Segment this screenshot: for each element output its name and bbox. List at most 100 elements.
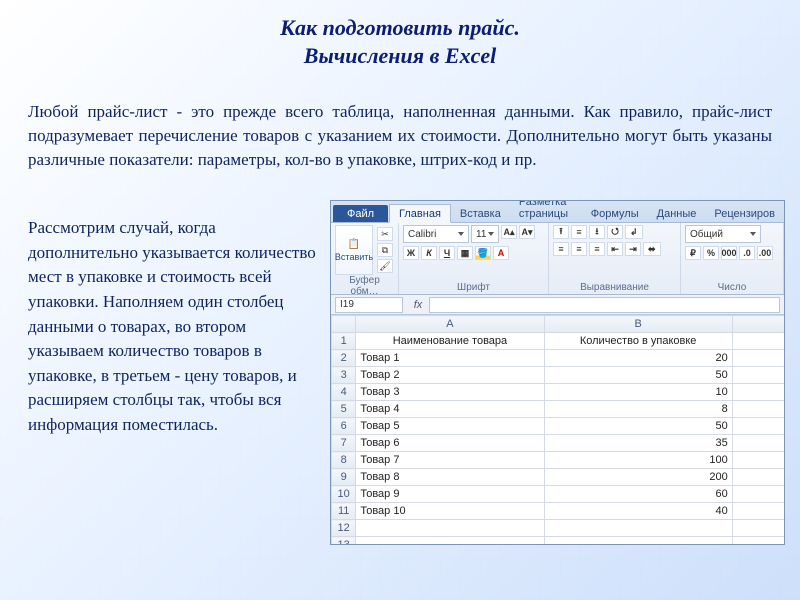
wrap-text-button[interactable]: ↲ xyxy=(625,225,643,239)
worksheet-grid[interactable]: A B C 1 Наименование товара Количество в… xyxy=(331,315,785,545)
cell[interactable]: 10 xyxy=(732,401,785,418)
scissors-icon: ✂ xyxy=(381,229,389,240)
row-header[interactable]: 2 xyxy=(332,350,356,367)
align-left-button[interactable]: ≡ xyxy=(553,242,569,256)
cell[interactable]: 60 xyxy=(544,486,732,503)
cell[interactable]: 549 xyxy=(732,418,785,435)
align-middle-button[interactable]: ≡ xyxy=(571,225,587,239)
cell[interactable]: Товар 3 xyxy=(356,384,544,401)
cell[interactable]: 20 xyxy=(544,350,732,367)
copy-icon: ⧉ xyxy=(382,245,388,256)
col-header-a[interactable]: A xyxy=(356,316,544,333)
cell[interactable]: 10 xyxy=(732,486,785,503)
cell[interactable]: Товар 4 xyxy=(356,401,544,418)
tab-insert[interactable]: Вставка xyxy=(451,205,510,222)
cell[interactable]: 100 xyxy=(732,350,785,367)
row-header[interactable]: 10 xyxy=(332,486,356,503)
cell[interactable]: 100 xyxy=(544,452,732,469)
cell[interactable]: 75 xyxy=(732,452,785,469)
tab-page-layout[interactable]: Разметка страницы xyxy=(510,200,582,222)
cut-button[interactable]: ✂ xyxy=(377,227,393,241)
row-header[interactable]: 5 xyxy=(332,401,356,418)
cell[interactable]: 50 xyxy=(732,503,785,520)
underline-button[interactable]: Ч xyxy=(439,246,455,260)
cell[interactable]: Товар 1 xyxy=(356,350,544,367)
tab-file[interactable]: Файл xyxy=(333,205,388,222)
cell[interactable]: Товар 6 xyxy=(356,435,544,452)
paste-button[interactable]: 📋 Вставить xyxy=(335,225,373,275)
cell[interactable]: Наименование товара xyxy=(356,333,544,350)
row-header[interactable]: 7 xyxy=(332,435,356,452)
shrink-font-button[interactable]: A▾ xyxy=(519,225,535,239)
orientation-button[interactable]: ⭯ xyxy=(607,225,623,239)
decrease-indent-button[interactable]: ⇤ xyxy=(607,242,623,256)
align-center-button[interactable]: ≡ xyxy=(571,242,587,256)
formula-input[interactable] xyxy=(429,297,780,313)
cell[interactable]: 40 xyxy=(544,503,732,520)
cell[interactable]: 55 xyxy=(732,469,785,486)
borders-button[interactable]: ▦ xyxy=(457,246,473,260)
format-painter-button[interactable]: 🖌 xyxy=(377,259,393,273)
italic-button[interactable]: К xyxy=(421,246,437,260)
cell[interactable]: Количество в упаковке xyxy=(544,333,732,350)
cell[interactable]: Товар 8 xyxy=(356,469,544,486)
increase-indent-button[interactable]: ⇥ xyxy=(625,242,641,256)
copy-button[interactable]: ⧉ xyxy=(377,243,393,257)
cell[interactable]: Товар 10 xyxy=(356,503,544,520)
tab-review[interactable]: Рецензиров xyxy=(705,205,784,222)
group-font-label: Шрифт xyxy=(403,282,544,294)
row-header[interactable]: 4 xyxy=(332,384,356,401)
cell[interactable]: Товар 2 xyxy=(356,367,544,384)
cell[interactable]: 10 xyxy=(544,384,732,401)
ribbon-tabstrip: Файл Главная Вставка Разметка страницы Ф… xyxy=(331,201,784,223)
row-header[interactable]: 1 xyxy=(332,333,356,350)
cell[interactable]: 60 xyxy=(732,435,785,452)
font-name-combo[interactable]: Calibri xyxy=(403,225,469,243)
excel-screenshot: Файл Главная Вставка Разметка страницы Ф… xyxy=(330,200,785,545)
name-box[interactable]: I19 xyxy=(335,297,403,313)
cell[interactable]: 210 xyxy=(732,384,785,401)
align-bottom-button[interactable]: ⭳ xyxy=(589,225,605,239)
body-paragraph: Рассмотрим случай, когда дополнительно у… xyxy=(28,216,318,438)
number-format-combo[interactable]: Общий xyxy=(685,225,761,243)
col-header-c[interactable]: C xyxy=(732,316,785,333)
cell[interactable]: 35 xyxy=(544,435,732,452)
align-right-button[interactable]: ≡ xyxy=(589,242,605,256)
cell[interactable]: 150 xyxy=(732,367,785,384)
row-header[interactable]: 9 xyxy=(332,469,356,486)
grow-font-button[interactable]: A▴ xyxy=(501,225,517,239)
cell[interactable]: 8 xyxy=(544,401,732,418)
cell[interactable]: Цена за 1 шт. xyxy=(732,333,785,350)
row-header[interactable]: 3 xyxy=(332,367,356,384)
row-header[interactable]: 11 xyxy=(332,503,356,520)
cell[interactable]: 50 xyxy=(544,418,732,435)
tab-data[interactable]: Данные xyxy=(648,205,706,222)
row-header[interactable]: 8 xyxy=(332,452,356,469)
col-header-b[interactable]: B xyxy=(544,316,732,333)
select-all-corner[interactable] xyxy=(332,316,356,333)
slide-title: Как подготовить прайс. Вычисления в Exce… xyxy=(0,0,800,69)
tab-home[interactable]: Главная xyxy=(389,204,451,223)
increase-decimal-button[interactable]: .0 xyxy=(739,246,755,260)
currency-button[interactable]: ₽ xyxy=(685,246,701,260)
align-top-button[interactable]: ⭱ xyxy=(553,225,569,239)
percent-button[interactable]: % xyxy=(703,246,719,260)
tab-formulas[interactable]: Формулы xyxy=(582,205,648,222)
brush-icon: 🖌 xyxy=(379,261,390,272)
bold-button[interactable]: Ж xyxy=(403,246,419,260)
decrease-decimal-button[interactable]: .00 xyxy=(757,246,773,260)
row-header[interactable]: 6 xyxy=(332,418,356,435)
merge-center-button[interactable]: ⬌ xyxy=(643,242,661,256)
fill-color-button[interactable]: 🪣 xyxy=(475,246,491,260)
font-size-combo[interactable]: 11 xyxy=(471,225,499,243)
cell[interactable]: 50 xyxy=(544,367,732,384)
cell[interactable]: Товар 7 xyxy=(356,452,544,469)
row-header[interactable]: 13 xyxy=(332,537,356,546)
comma-button[interactable]: 000 xyxy=(721,246,737,260)
fx-icon[interactable]: fx xyxy=(407,299,429,311)
font-color-button[interactable]: A xyxy=(493,246,509,260)
cell[interactable]: 200 xyxy=(544,469,732,486)
cell[interactable]: Товар 5 xyxy=(356,418,544,435)
cell[interactable]: Товар 9 xyxy=(356,486,544,503)
row-header[interactable]: 12 xyxy=(332,520,356,537)
